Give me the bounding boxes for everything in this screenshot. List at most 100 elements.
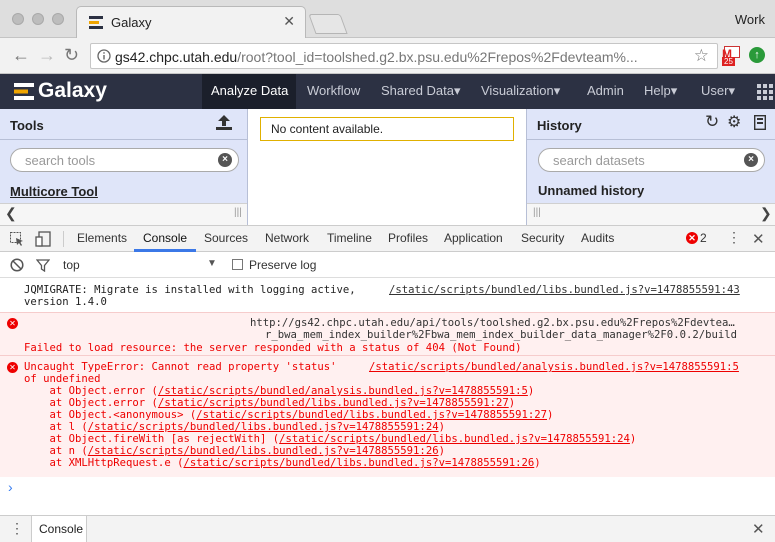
forward-arrow-icon[interactable]: → xyxy=(38,45,56,65)
stack-frame-link[interactable]: /static/scripts/bundled/libs.bundled.js?… xyxy=(279,433,630,445)
nav-shared-data[interactable]: Shared Data▾ xyxy=(381,83,461,99)
device-toolbar-icon[interactable] xyxy=(35,231,51,247)
inspect-element-icon[interactable] xyxy=(10,232,24,246)
error-icon: ✕ xyxy=(7,318,18,329)
stack-frame-link[interactable]: /static/scripts/bundled/libs.bundled.js?… xyxy=(183,457,534,469)
devtools-tab-console[interactable]: Console xyxy=(143,231,187,245)
scroll-right-icon[interactable]: ❯ xyxy=(760,205,772,222)
chevron-down-icon: ▾ xyxy=(553,83,561,98)
refresh-history-icon[interactable]: ↻ xyxy=(705,112,719,132)
clear-search-icon[interactable]: × xyxy=(218,153,232,167)
profile-name[interactable]: Work xyxy=(735,12,765,27)
stack-frame-link[interactable]: /static/scripts/bundled/libs.bundled.js?… xyxy=(158,397,509,409)
drawer-tab-label: Console xyxy=(39,522,84,536)
close-devtools-icon[interactable]: ✕ xyxy=(752,230,765,248)
new-tab-button[interactable] xyxy=(308,14,348,34)
devtools-tab-elements[interactable]: Elements xyxy=(77,231,127,245)
tool-search-placeholder: search tools xyxy=(25,153,96,168)
stack-frame-function: at XMLHttpRequest.e ( xyxy=(24,457,184,469)
clear-console-icon[interactable] xyxy=(10,258,24,272)
zoom-window-button[interactable] xyxy=(52,13,64,25)
log-source-link[interactable]: /static/scripts/bundled/libs.bundled.js?… xyxy=(389,284,740,296)
drawer-tab-console[interactable]: Console xyxy=(31,516,87,542)
error-url-line2[interactable]: r_bwa_mem_index_builder%2Fbwa_mem_index_… xyxy=(265,329,737,341)
stack-frame-function: at Object.fireWith [as rejectWith] ( xyxy=(24,433,280,445)
drawer-menu-icon[interactable]: ⋮ xyxy=(10,520,24,537)
browser-toolbar: ← → ↻ gs42.chpc.utah.edu/root?tool_id=to… xyxy=(0,38,775,74)
gmail-extension-icon[interactable]: M 25 xyxy=(722,46,742,66)
console-toolbar: top ▼ Preserve log xyxy=(0,252,775,278)
back-arrow-icon[interactable]: ← xyxy=(12,45,30,65)
chevron-down-icon: ▾ xyxy=(454,83,461,98)
stack-frame-end: ) xyxy=(527,385,535,397)
no-content-message-box: No content available. xyxy=(260,117,514,141)
stack-trace: at Object.error (/static/scripts/bundled… xyxy=(24,385,637,469)
info-icon[interactable] xyxy=(97,49,111,63)
nav-admin[interactable]: Admin xyxy=(587,83,624,98)
tool-section-multicore[interactable]: Multicore Tool xyxy=(10,184,98,199)
devtools-tab-sources[interactable]: Sources xyxy=(204,231,248,245)
history-options-gear-icon[interactable]: ⚙ xyxy=(727,112,741,132)
gmail-badge: 25 xyxy=(722,57,735,66)
console-message-error: ✕ http://gs42.chpc.utah.edu/api/tools/to… xyxy=(0,312,775,355)
devtools-menu-icon[interactable]: ⋮ xyxy=(727,229,741,246)
devtools-tab-audits[interactable]: Audits xyxy=(581,231,614,245)
resize-grip-icon[interactable]: ||| xyxy=(234,207,242,218)
devtools-tab-network[interactable]: Network xyxy=(265,231,309,245)
history-horizontal-scrollbar[interactable]: ||| ❯ xyxy=(527,203,775,225)
update-extension-icon[interactable]: ↑ xyxy=(749,47,765,63)
galaxy-brand[interactable]: Galaxy xyxy=(38,79,107,103)
devtools-tab-application[interactable]: Application xyxy=(444,231,503,245)
reload-icon[interactable]: ↻ xyxy=(64,45,79,65)
stack-frame-link[interactable]: /static/scripts/bundled/libs.bundled.js?… xyxy=(88,421,439,433)
browser-tab-galaxy[interactable]: Galaxy ✕ xyxy=(76,6,306,39)
prompt-chevron-icon: › xyxy=(8,479,13,495)
close-drawer-icon[interactable]: ✕ xyxy=(752,520,765,538)
stack-frame-link[interactable]: /static/scripts/bundled/libs.bundled.js?… xyxy=(196,409,547,421)
devtools-tab-profiles[interactable]: Profiles xyxy=(388,231,428,245)
tab-close-icon[interactable]: ✕ xyxy=(283,13,295,30)
clear-search-icon[interactable]: × xyxy=(744,153,758,167)
address-bar[interactable]: gs42.chpc.utah.edu/root?tool_id=toolshed… xyxy=(90,43,718,69)
stack-frame-end: ) xyxy=(508,397,516,409)
history-view-icon[interactable] xyxy=(754,115,766,130)
error-count-icon[interactable]: ✕ xyxy=(686,232,698,244)
url-path: /root?tool_id=toolshed.g2.bx.psu.edu%2Fr… xyxy=(237,49,638,65)
nav-analyze-data[interactable]: Analyze Data xyxy=(211,83,288,98)
resize-grip-icon[interactable]: ||| xyxy=(533,207,541,218)
nav-visualization[interactable]: Visualization▾ xyxy=(481,83,560,99)
history-search-placeholder: search datasets xyxy=(553,153,645,168)
error-source-link[interactable]: /static/scripts/bundled/analysis.bundled… xyxy=(369,361,739,373)
devtools-tab-security[interactable]: Security xyxy=(521,231,564,245)
chevron-down-icon: ▾ xyxy=(728,83,735,98)
error-url-line1[interactable]: http://gs42.chpc.utah.edu/api/tools/tool… xyxy=(250,317,735,329)
error-count[interactable]: 2 xyxy=(700,231,707,245)
close-window-button[interactable] xyxy=(12,13,24,25)
preserve-log-checkbox[interactable] xyxy=(232,259,243,270)
history-name[interactable]: Unnamed history xyxy=(538,183,644,198)
stack-frame-end: ) xyxy=(534,457,541,469)
grid-menu-icon[interactable] xyxy=(757,84,773,100)
stack-frame-link[interactable]: /static/scripts/bundled/analysis.bundled… xyxy=(158,385,528,397)
context-selector[interactable]: top xyxy=(63,258,80,272)
error-icon: ✕ xyxy=(7,362,18,373)
devtools-tab-timeline[interactable]: Timeline xyxy=(327,231,372,245)
minimize-window-button[interactable] xyxy=(32,13,44,25)
history-search-input[interactable]: search datasets × xyxy=(538,148,765,172)
chevron-down-icon[interactable]: ▼ xyxy=(207,258,217,269)
upload-icon[interactable] xyxy=(215,114,233,131)
scroll-left-icon[interactable]: ❮ xyxy=(5,205,17,222)
stack-frame: at Object.error (/static/scripts/bundled… xyxy=(24,397,636,409)
nav-help[interactable]: Help▾ xyxy=(644,83,677,99)
stack-frame-end: ) xyxy=(629,433,637,445)
stack-frame-link[interactable]: /static/scripts/bundled/libs.bundled.js?… xyxy=(88,445,439,457)
filter-icon[interactable] xyxy=(36,258,50,272)
bookmark-star-icon[interactable]: ☆ xyxy=(694,46,709,66)
nav-user[interactable]: User▾ xyxy=(701,83,735,99)
stack-frame: at n (/static/scripts/bundled/libs.bundl… xyxy=(24,445,636,457)
center-panel: No content available. xyxy=(248,109,526,225)
nav-workflow[interactable]: Workflow xyxy=(307,83,360,98)
tool-search-input[interactable]: search tools × xyxy=(10,148,239,172)
tools-horizontal-scrollbar[interactable]: ❮ ||| xyxy=(0,203,247,225)
console-prompt[interactable]: › xyxy=(0,477,775,501)
